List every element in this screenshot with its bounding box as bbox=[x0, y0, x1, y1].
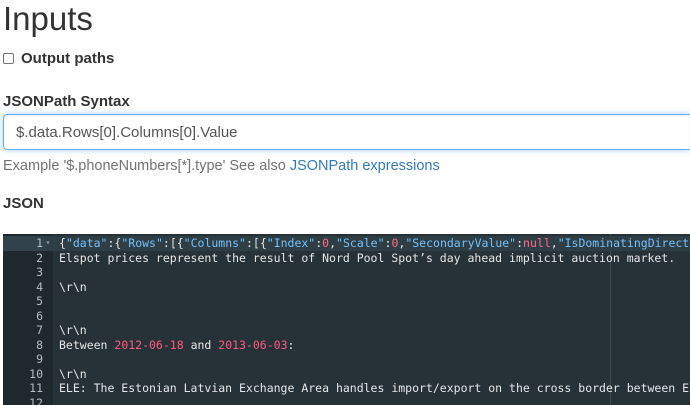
code-token: \r\n bbox=[59, 279, 87, 294]
code-line[interactable]: 10 \r\n bbox=[3, 367, 690, 382]
code-text: Between 2012-06-18 and 2013-06-03: bbox=[59, 338, 294, 353]
code-line[interactable]: 3 bbox=[3, 265, 690, 280]
code-token: "Index" bbox=[266, 236, 316, 250]
code-token: \r\n bbox=[59, 323, 87, 337]
code-line[interactable]: 9 bbox=[3, 352, 690, 367]
code-line[interactable]: 5 bbox=[3, 294, 690, 309]
code-line[interactable]: 6 bbox=[3, 309, 690, 324]
jsonpath-label: JSONPath Syntax bbox=[3, 93, 130, 110]
code-text: \r\n bbox=[59, 323, 87, 338]
code-token: Between bbox=[59, 337, 115, 352]
output-paths-checkbox[interactable] bbox=[3, 52, 14, 64]
code-token: :[{ bbox=[162, 236, 184, 250]
line-number: 3 bbox=[36, 265, 43, 279]
jsonpath-input[interactable] bbox=[3, 114, 690, 150]
output-paths-label[interactable]: Output paths bbox=[21, 50, 114, 67]
code-line[interactable]: 2 Elspot prices represent the result of N… bbox=[3, 251, 690, 266]
line-number: 7 bbox=[36, 323, 43, 337]
line-number: 5 bbox=[36, 294, 43, 308]
code-token: : bbox=[516, 236, 524, 250]
code-text: \r\n bbox=[59, 367, 87, 382]
code-token: , bbox=[550, 236, 558, 250]
line-number: 12 bbox=[29, 395, 43, 405]
code-token: ELE: The Estonian Latvian Exchange Area … bbox=[59, 381, 690, 395]
code-token: "Columns" bbox=[183, 236, 246, 250]
code-token: Elspot prices represent the result of No… bbox=[59, 250, 676, 265]
code-text: {"data":{"Rows":[{"Columns":[{"Index":0,… bbox=[59, 236, 690, 251]
code-token: :{ bbox=[107, 236, 122, 250]
json-label: JSON bbox=[3, 195, 44, 212]
line-number: 4 bbox=[36, 279, 43, 294]
code-line[interactable]: 12 bbox=[3, 396, 690, 405]
line-number: 9 bbox=[36, 352, 43, 366]
code-token: 2012-06-18 bbox=[114, 337, 184, 352]
code-line[interactable]: 8 Between 2012-06-18 and 2013-06-03: bbox=[3, 338, 690, 353]
code-token: "SecondaryValue" bbox=[405, 236, 517, 250]
code-token: "IsDominatingDirection" bbox=[557, 236, 690, 250]
code-token: "Rows" bbox=[121, 236, 163, 250]
code-token: and bbox=[183, 337, 219, 352]
line-number: 10 bbox=[29, 366, 43, 381]
jsonpath-help: Example '$.phoneNumbers[*].type' See als… bbox=[3, 158, 440, 174]
line-number: 2 bbox=[36, 250, 43, 265]
page-title: Inputs bbox=[3, 0, 93, 37]
code-line[interactable]: 7 \r\n bbox=[3, 323, 690, 338]
jsonpath-expressions-link[interactable]: JSONPath expressions bbox=[290, 158, 440, 174]
output-paths-option[interactable]: Output paths bbox=[3, 48, 114, 68]
code-line[interactable]: 1 ▾ {"data":{"Rows":[{"Columns":[{"Index":… bbox=[3, 236, 690, 251]
line-number: 6 bbox=[36, 308, 43, 323]
fold-arrow-icon[interactable]: ▾ bbox=[44, 236, 52, 251]
code-text: \r\n bbox=[59, 280, 87, 295]
code-token: "data" bbox=[65, 236, 108, 250]
code-text: ELE: The Estonian Latvian Exchange Area … bbox=[59, 381, 690, 396]
code-token: :[{ bbox=[245, 236, 267, 250]
code-token: null bbox=[523, 236, 551, 250]
code-token: : bbox=[287, 337, 295, 352]
line-number: 8 bbox=[36, 337, 43, 352]
line-number: 1 bbox=[3, 236, 47, 251]
code-token: , bbox=[329, 236, 337, 250]
code-line[interactable]: 4 \r\n bbox=[3, 280, 690, 295]
code-token: \r\n bbox=[59, 366, 87, 381]
code-line[interactable]: 11 ELE: The Estonian Latvian Exchange Are… bbox=[3, 381, 690, 396]
code-token: 2013-06-03 bbox=[218, 337, 288, 352]
jsonpath-help-text: Example '$.phoneNumbers[*].type' See als… bbox=[3, 158, 290, 174]
line-number: 11 bbox=[29, 381, 43, 395]
code-text: Elspot prices represent the result of No… bbox=[59, 251, 675, 266]
code-token: { bbox=[59, 236, 66, 250]
json-editor[interactable]: 1 ▾ {"data":{"Rows":[{"Columns":[{"Index":… bbox=[3, 234, 690, 405]
code-token: "Scale" bbox=[336, 236, 385, 250]
